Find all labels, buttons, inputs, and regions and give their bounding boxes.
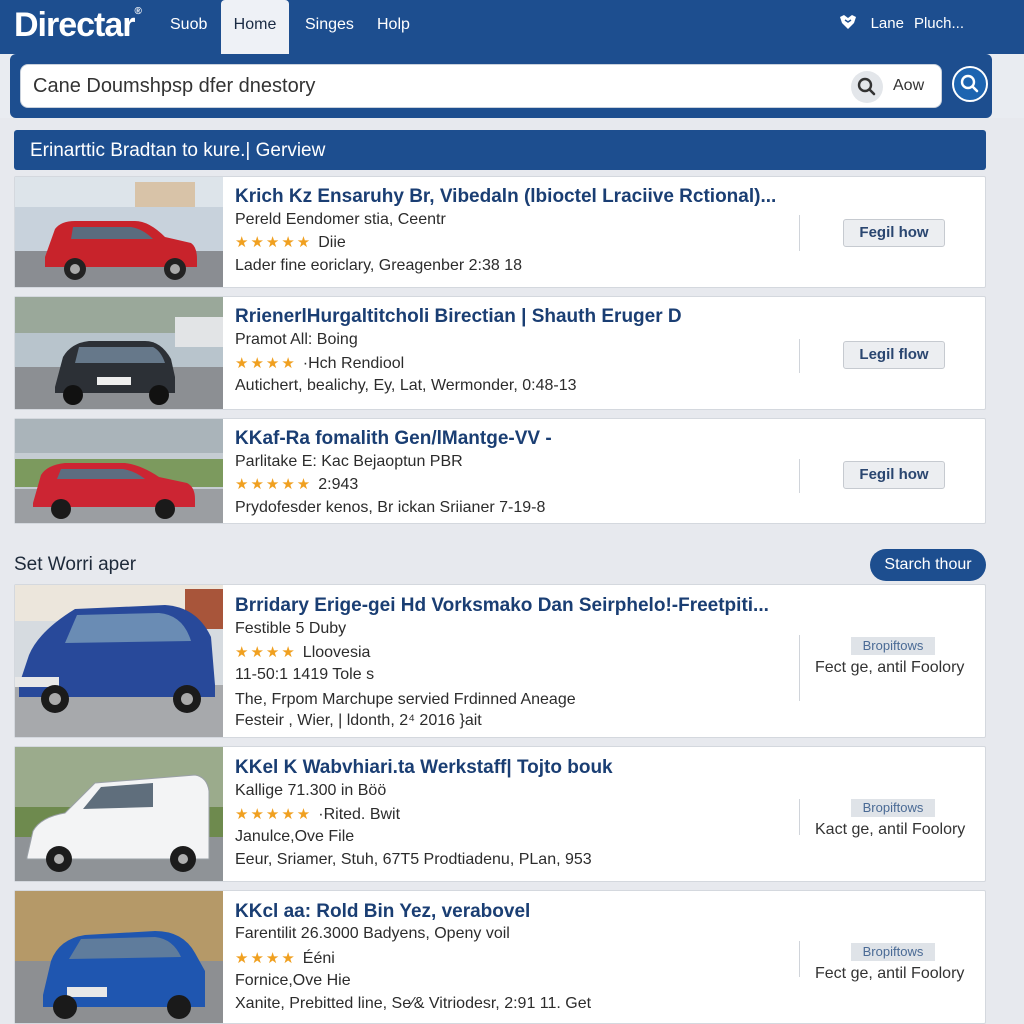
card-divider xyxy=(799,339,800,373)
rating-text: ·Hch Rendiool xyxy=(302,355,405,372)
section-header: Erinarttic Bradtan to kure.| Gerview xyxy=(14,130,986,170)
listing-subtitle: Parlitake E: Kac Bejaoptun PBR xyxy=(235,453,463,470)
listing-tag[interactable]: Bropiftows xyxy=(851,943,935,961)
car-photo xyxy=(15,891,223,1023)
listing-details: Eeur, Sriamer, Stuh, 67T5 Prodtiadenu, P… xyxy=(235,851,592,868)
listing-side-note: Fect ge, antil Foolory xyxy=(815,965,965,982)
listing-title[interactable]: RrienerlHurgaltitcholi Birectian | Shaut… xyxy=(235,306,682,328)
search-inline-button[interactable] xyxy=(851,71,883,103)
top-nav-bar: Directar® Suob Home Singes Holp Lane Pluc… xyxy=(0,0,1024,54)
card-divider xyxy=(799,941,800,977)
card-divider xyxy=(799,459,800,493)
card-divider xyxy=(799,799,800,835)
listing-card[interactable]: Krich Kz Ensaruhy Br, Vibedaln (lbioctel… xyxy=(14,176,986,288)
listing-rating: ★★★★★ ·Rited. Bwit xyxy=(235,805,400,824)
listing-details: Xanite, Prebitted line, Se⁄& Vitriodesr,… xyxy=(235,995,592,1012)
listing-side-note: Kact ge, antil Foolory xyxy=(815,821,966,838)
subsection-title: Set Worri aper xyxy=(14,554,137,575)
listing-card[interactable]: KKcl aa: Rold Bin Yez, verabovel Farenti… xyxy=(14,890,986,1024)
nav-item-singes[interactable]: Singes xyxy=(305,0,354,54)
brand-logo[interactable]: Directar® xyxy=(14,6,142,45)
rating-stars: ★★★★★ xyxy=(235,234,313,251)
car-photo xyxy=(15,747,223,881)
listing-details: Autichert, bealichy, Ey, Lat, Wermonder,… xyxy=(235,377,577,394)
car-photo xyxy=(15,177,223,287)
card-divider xyxy=(799,215,800,251)
listing-rating: ★★★★ Lloovesia xyxy=(235,643,370,662)
listing-description: The, Frpom Marchupe servied Frdinned Ane… xyxy=(235,691,576,708)
listing-details: Lader fine eoriclary, Greagenber 2:38 18 xyxy=(235,257,522,274)
listing-card[interactable]: Brridary Erige-gei Hd Vorksmako Dan Seir… xyxy=(14,584,986,738)
listing-tag[interactable]: Bropiftows xyxy=(851,637,935,655)
listing-title[interactable]: KKaf-Ra fomalith Gen/lMantge-VV - xyxy=(235,428,552,450)
listing-rating: ★★★★ ·Hch Rendiool xyxy=(235,354,404,373)
nav-item-home[interactable]: Home xyxy=(221,0,289,54)
listing-rating: ★★★★★ Diie xyxy=(235,233,346,252)
listing-subtitle: Festible 5 Duby xyxy=(235,620,347,637)
car-photo xyxy=(15,585,223,737)
listing-meta: Janulce,Ove File xyxy=(235,828,355,845)
search-submit-button[interactable] xyxy=(952,66,988,102)
listing-title[interactable]: KKcl aa: Rold Bin Yez, verabovel xyxy=(235,901,530,923)
rating-text: 2:943 xyxy=(318,476,359,493)
rating-text: ·Rited. Bwit xyxy=(318,806,401,823)
rating-stars: ★★★★ xyxy=(235,644,297,661)
nav-item-holp[interactable]: Holp xyxy=(377,0,410,54)
listing-title[interactable]: KKel K Wabvhiari.ta Werkstaff| Tojto bou… xyxy=(235,757,613,779)
search-tour-button[interactable]: Starch thour xyxy=(870,549,986,581)
listing-action-button[interactable]: Fegil how xyxy=(843,219,945,247)
listing-meta: Fornice,Ove Hie xyxy=(235,972,351,989)
listing-title[interactable]: Brridary Erige-gei Hd Vorksmako Dan Seir… xyxy=(235,595,769,617)
listing-title[interactable]: Krich Kz Ensaruhy Br, Vibedaln (lbioctel… xyxy=(235,186,776,208)
nav-item-suob[interactable]: Suob xyxy=(170,0,207,54)
rating-stars: ★★★★★ xyxy=(235,476,313,493)
listing-action-button[interactable]: Legil flow xyxy=(843,341,945,369)
car-photo xyxy=(15,297,223,409)
listing-meta: 11-50:1 1419 Tole s xyxy=(235,666,375,683)
listing-action-button[interactable]: Fegil how xyxy=(843,461,945,489)
section-title: Erinarttic Bradtan to kure.| Gerview xyxy=(30,140,326,161)
listing-tag[interactable]: Bropiftows xyxy=(851,799,935,817)
listing-card[interactable]: KKaf-Ra fomalith Gen/lMantge-VV - Parlit… xyxy=(14,418,986,524)
listing-details: Festeir , Wier, | ldonth, 2⁴ 2016 }ait xyxy=(235,712,482,729)
rating-text: Diie xyxy=(318,234,346,251)
rating-text: Lloovesia xyxy=(302,644,371,661)
search-box: Aow xyxy=(20,64,942,108)
car-photo xyxy=(15,419,223,523)
listing-subtitle: Kallige 71.300 in Böö xyxy=(235,782,387,799)
search-icon xyxy=(960,74,979,93)
listing-subtitle: Pramot All: Boing xyxy=(235,331,358,348)
listing-rating: ★★★★ Ééni xyxy=(235,949,335,968)
rating-text: Ééni xyxy=(302,950,335,967)
rating-stars: ★★★★ xyxy=(235,950,297,967)
user-extra: Pluch... xyxy=(913,15,964,32)
listing-card[interactable]: KKel K Wabvhiari.ta Werkstaff| Tojto bou… xyxy=(14,746,986,882)
search-container: Aow xyxy=(10,54,992,118)
listing-details: Prydofesder kenos, Br ickan Sriianer 7-1… xyxy=(235,499,546,516)
search-icon xyxy=(857,77,876,96)
listing-side-note: Fect ge, antil Foolory xyxy=(815,659,965,676)
listing-rating: ★★★★★ 2:943 xyxy=(235,475,358,494)
listing-subtitle: Pereld Eendomer stia, Ceentr xyxy=(235,211,446,228)
trademark-mark: ® xyxy=(134,6,142,17)
rating-stars: ★★★★★ xyxy=(235,806,313,823)
user-name: Lane xyxy=(870,15,904,32)
user-badge-icon xyxy=(839,15,856,29)
card-divider xyxy=(799,635,800,701)
search-input[interactable] xyxy=(33,75,733,98)
search-scope-label[interactable]: Aow xyxy=(893,77,924,95)
search-band: Aow xyxy=(0,54,1024,118)
listing-card[interactable]: RrienerlHurgaltitcholi Birectian | Shaut… xyxy=(14,296,986,410)
rating-stars: ★★★★ xyxy=(235,355,297,372)
user-menu[interactable]: Lane Pluch... xyxy=(839,14,964,32)
listing-subtitle: Farentilit 26.3000 Badyens, Openy voil xyxy=(235,925,510,942)
